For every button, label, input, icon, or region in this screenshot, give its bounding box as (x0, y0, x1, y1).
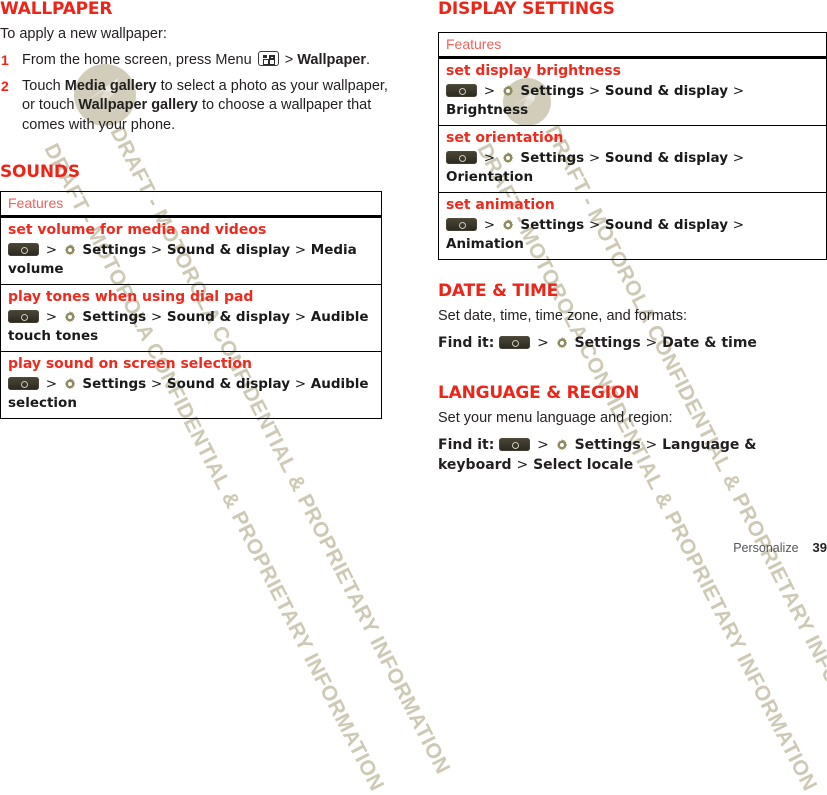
page-footer: Personalize 39 (733, 540, 827, 555)
feature-path: > Settings > Sound & display > Audible t… (8, 309, 369, 344)
path-seg-0: Settings (520, 83, 585, 99)
date-time-heading: DATE & TIME (438, 281, 559, 301)
path-seg-2: Select locale (533, 457, 634, 473)
path-seg-0: Settings (574, 335, 641, 351)
display-settings-features-table: Features set display brightness > Settin… (438, 32, 827, 260)
wallpaper-heading: WALLPAPER (0, 0, 113, 19)
path-seg-0: Settings (520, 217, 585, 233)
feature-path: > Settings > Sound & display > Orientati… (446, 150, 745, 185)
step-bold-media-gallery: Media gallery (64, 77, 157, 94)
path-seg-2: Animation (446, 236, 524, 252)
path-seg-2: Orientation (446, 169, 534, 185)
path-seg-1: Sound & display (604, 150, 729, 166)
find-it-label: Find it: (438, 437, 495, 453)
language-region-intro: Set your menu language and region: (438, 410, 673, 426)
path-seg-0: Settings (82, 242, 147, 258)
table-header-row: Features (0, 191, 382, 218)
sounds-heading: SOUNDS (0, 162, 80, 182)
gear-icon (64, 311, 75, 323)
list-item: 2 Touch Media gallery to select a photo a… (0, 77, 400, 136)
gear-icon (502, 219, 513, 231)
feature-path: > Settings > Sound & display > Brightnes… (446, 83, 745, 118)
table-cell: set orientation > Settings > Sound & dis… (438, 125, 827, 193)
gear-icon (556, 439, 567, 451)
table-header-row: Features (438, 32, 827, 59)
table-row: set animation > Settings > Sound & displ… (439, 193, 827, 260)
date-time-intro: Set date, time, time zone, and formats: (438, 308, 688, 324)
path-seg-1: Sound & display (166, 309, 291, 325)
menu-key-icon (257, 51, 279, 66)
feature-title: set volume for media and videos (8, 222, 267, 238)
wallpaper-intro: To apply a new wallpaper: (0, 26, 167, 42)
step-pre: Touch (22, 77, 65, 94)
path-seg-0: Settings (574, 437, 641, 453)
feature-path: > Settings > Sound & display > Media vol… (8, 242, 357, 277)
table-cell: set display brightness > Settings > Soun… (438, 57, 827, 126)
path-seg-1: Sound & display (604, 83, 729, 99)
gear-icon (502, 85, 513, 97)
list-item: 1 From the home screen, press Menu > Wal… (0, 51, 400, 71)
path-seg-0: Settings (82, 309, 147, 325)
feature-path: > Settings > Sound & display > Animation (446, 217, 745, 252)
table-row: set orientation > Settings > Sound & dis… (438, 125, 827, 193)
footer-chapter: Personalize (733, 541, 799, 555)
step-bold-wallpaper-gallery: Wallpaper gallery (78, 97, 198, 113)
path-seg-0: Settings (520, 150, 585, 166)
wallpaper-steps: 1 From the home screen, press Menu > Wal… (0, 51, 400, 135)
step-bold-target: Wallpaper (297, 52, 367, 68)
language-region-heading: LANGUAGE & REGION (438, 383, 640, 403)
table-cell: set animation > Settings > Sound & displ… (439, 193, 827, 260)
gear-icon (64, 378, 75, 390)
step-text-part1: From the home screen, press Menu (22, 52, 252, 68)
left-column: WALLPAPER To apply a new wallpaper: 1 Fr… (0, 0, 400, 419)
feature-title: set display brightness (446, 63, 621, 79)
table-row: play tones when using dial pad > Setting… (0, 284, 382, 352)
table-cell: play sound on screen selection > Setting… (1, 352, 382, 419)
feature-title: play sound on screen selection (8, 356, 252, 372)
feature-title: play tones when using dial pad (8, 289, 254, 305)
path-seg-0: Settings (82, 376, 147, 392)
home-key-icon (499, 438, 531, 451)
right-column: DISPLAY SETTINGS Features set display br… (438, 0, 827, 475)
home-key-icon (8, 377, 39, 390)
table-cell: play tones when using dial pad > Setting… (0, 284, 382, 352)
path-seg-1: Sound & display (604, 217, 729, 233)
home-key-icon (446, 218, 477, 231)
gear-icon (64, 244, 75, 256)
table-header-features: Features (438, 32, 827, 59)
step-number: 1 (1, 52, 9, 68)
date-time-find-it: Find it: > Settings > Date & time (438, 335, 757, 351)
gear-icon (502, 152, 513, 164)
home-key-icon (499, 336, 531, 349)
home-key-icon (446, 151, 477, 164)
step-number: 2 (1, 77, 9, 94)
step-separator: > (284, 52, 294, 68)
sounds-features-table: Features set volume for media and videos… (0, 191, 382, 419)
feature-title: set orientation (446, 130, 564, 146)
table-row: play sound on screen selection > Setting… (1, 352, 382, 419)
feature-path: > Settings > Sound & display > Audible s… (8, 376, 369, 411)
feature-title: set animation (446, 197, 555, 213)
step-punct: . (366, 52, 371, 68)
home-key-icon (8, 310, 39, 323)
table-row: set display brightness > Settings > Soun… (438, 57, 827, 126)
path-seg-1: Date & time (662, 335, 757, 351)
home-key-icon (8, 243, 39, 256)
home-key-icon (446, 84, 477, 97)
language-region-find-it: Find it: > Settings > Language & keyboar… (438, 437, 757, 473)
path-seg-2: Brightness (446, 102, 529, 118)
table-header-features: Features (0, 191, 382, 218)
gear-icon (556, 337, 567, 349)
path-seg-1: Sound & display (166, 242, 291, 258)
footer-page-number: 39 (812, 540, 827, 555)
table-cell: set volume for media and videos > Settin… (0, 216, 382, 285)
path-seg-1: Sound & display (166, 376, 291, 392)
table-row: set volume for media and videos > Settin… (0, 216, 382, 285)
display-settings-heading: DISPLAY SETTINGS (438, 0, 615, 19)
find-it-label: Find it: (438, 335, 495, 351)
